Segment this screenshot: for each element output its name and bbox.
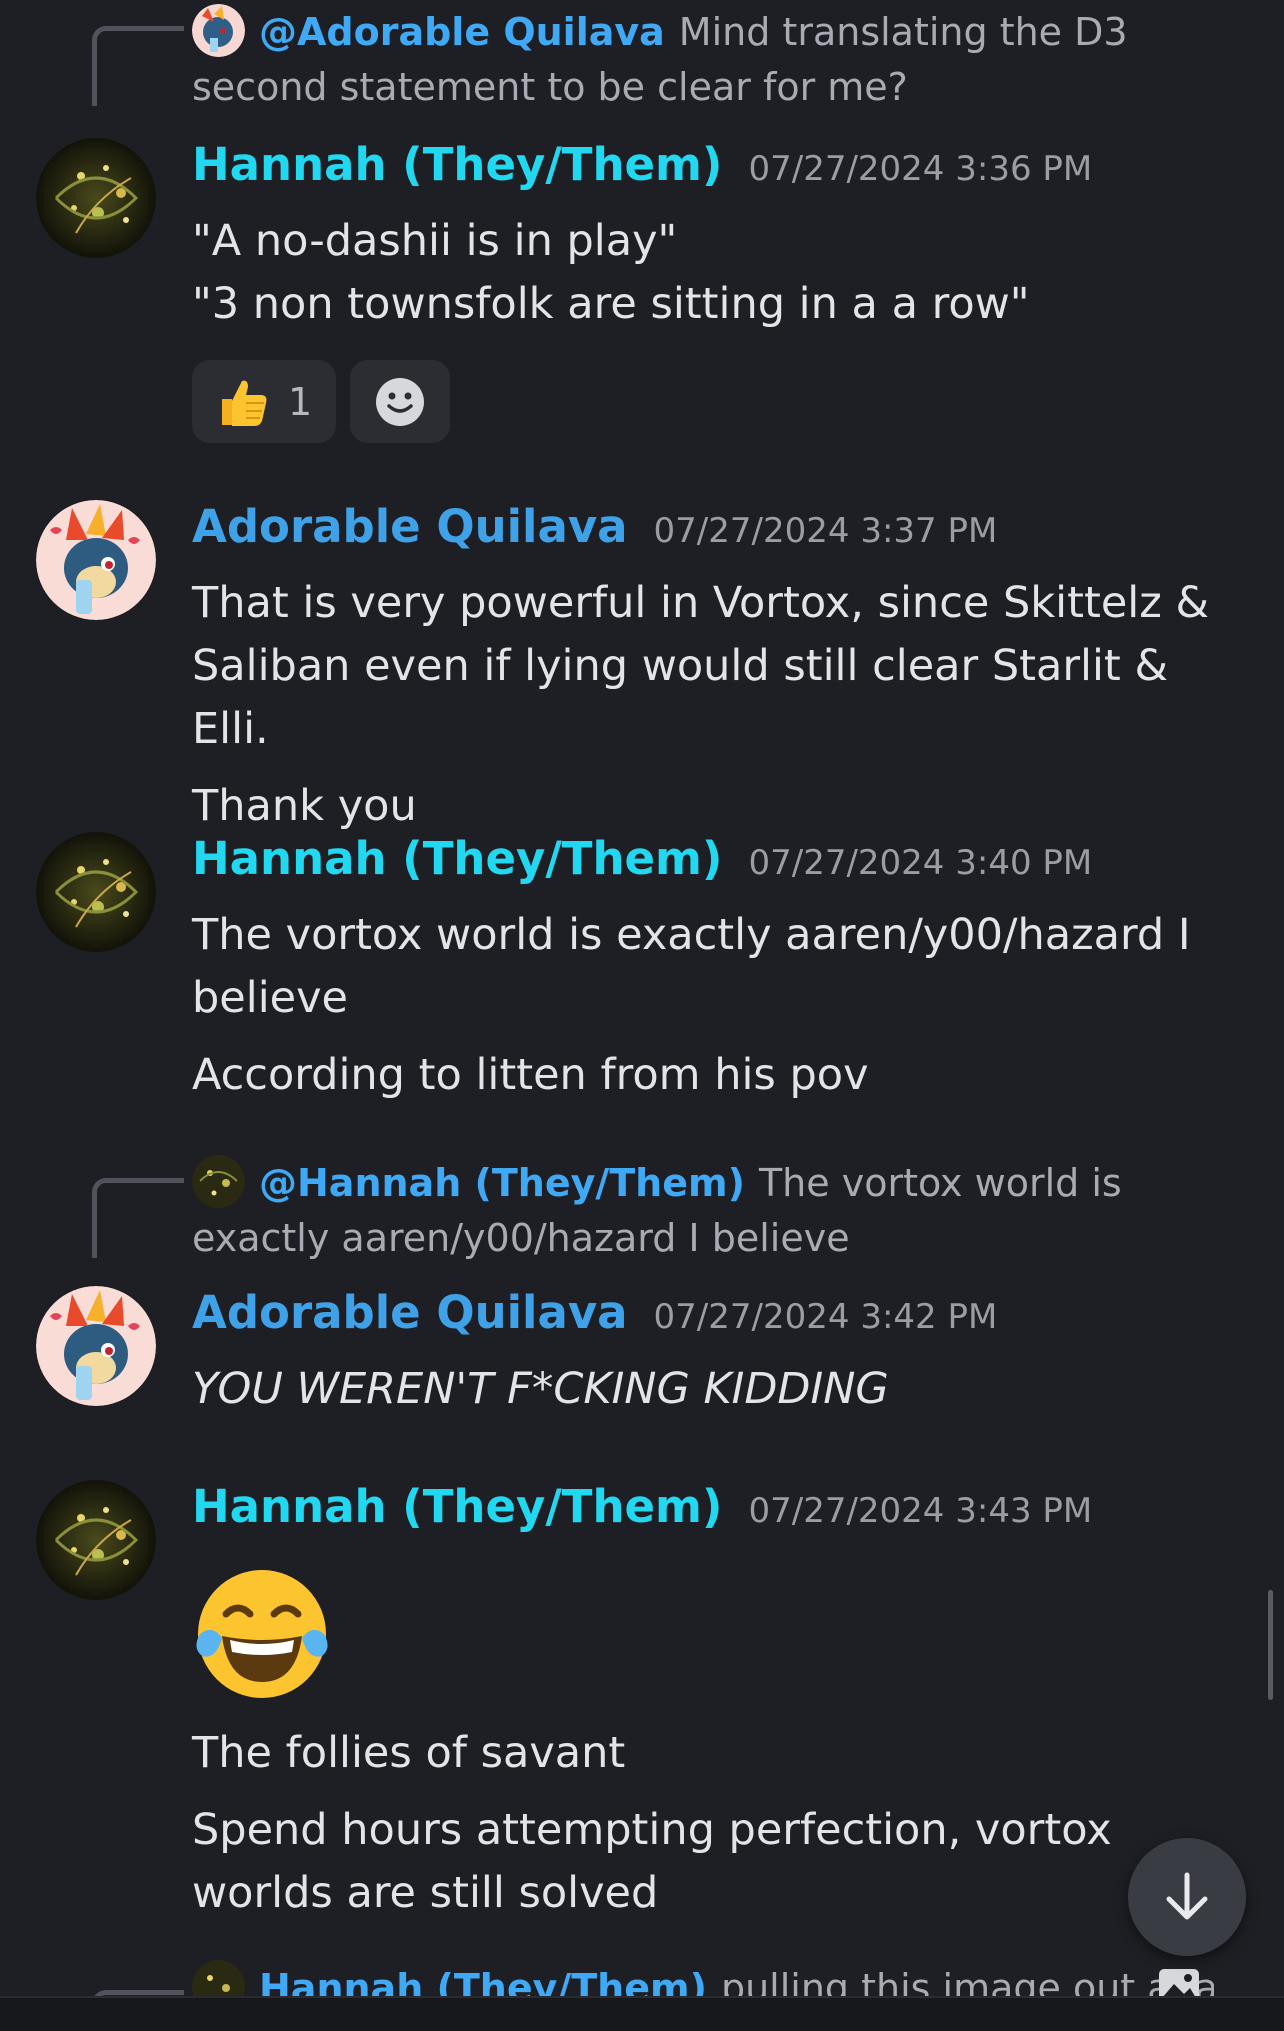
reply-text: pulling this image out again	[720, 1966, 1214, 1996]
message-text: The follies of savant	[192, 1728, 626, 1778]
hannah-avatar[interactable]	[36, 832, 156, 952]
reply-reference[interactable]: @Adorable Quilava Mind translating the D3…	[192, 4, 1224, 115]
reply-mention[interactable]: @Hannah (They/Them)	[259, 1161, 745, 1205]
quilava-avatar[interactable]	[36, 1286, 156, 1406]
hannah-avatar-mini	[192, 1155, 245, 1208]
reply-reference[interactable]: Hannah (They/Them) pulling this image out…	[192, 1960, 1214, 1996]
chat-screen: @Adorable Quilava Mind translating the D3…	[0, 0, 1284, 2031]
add-reaction-button[interactable]	[350, 360, 451, 443]
image-icon	[1159, 1969, 1199, 1996]
message-text: Thank you	[192, 781, 417, 831]
quilava-avatar-mini	[192, 4, 245, 57]
message-text: YOU WEREN'T F*CKING KIDDING	[192, 1364, 889, 1414]
message[interactable]: Hannah (They/Them) 07/27/2024 3:43 PM Th…	[36, 1480, 1244, 1925]
hannah-avatar-mini	[192, 1960, 245, 1996]
timestamp: 07/27/2024 3:37 PM	[653, 511, 998, 551]
author-name[interactable]: Hannah (They/Them)	[192, 832, 722, 885]
reply-mention[interactable]: Hannah (They/Them)	[259, 1966, 707, 1996]
hannah-avatar[interactable]	[36, 1480, 156, 1600]
tears-of-joy-emoji	[196, 1570, 328, 1698]
message-text: The vortox world is exactly aaren/y00/ha…	[192, 910, 1191, 1023]
smiley-add-icon	[376, 377, 425, 426]
message-text: "3 non townsfolk are sitting in a a row"	[192, 279, 1030, 329]
jump-to-bottom-button[interactable]	[1128, 1838, 1246, 1956]
author-name[interactable]: Hannah (They/Them)	[192, 1480, 722, 1533]
message-text: That is very powerful in Vortox, since S…	[192, 578, 1209, 754]
arrow-down-icon	[1166, 1872, 1208, 1920]
timestamp: 07/27/2024 3:36 PM	[748, 149, 1093, 189]
reply-mention[interactable]: @Adorable Quilava	[259, 10, 665, 54]
author-name[interactable]: Adorable Quilava	[192, 1286, 628, 1339]
reaction-count: 1	[288, 379, 313, 424]
message-text: "A no-dashii is in play"	[192, 216, 678, 266]
message-input-bar[interactable]	[0, 1996, 1284, 2031]
message[interactable]: Hannah (They/Them) 07/27/2024 3:40 PM Th…	[36, 832, 1244, 1107]
reply-spine	[92, 26, 184, 106]
author-name[interactable]: Hannah (They/Them)	[192, 138, 722, 191]
reaction-thumbs-up[interactable]: 1	[192, 360, 337, 443]
message[interactable]: Hannah (They/Them) 07/27/2024 3:36 PM "A…	[36, 138, 1244, 443]
scrollbar[interactable]	[1268, 1590, 1273, 1700]
timestamp: 07/27/2024 3:40 PM	[748, 843, 1093, 883]
timestamp: 07/27/2024 3:42 PM	[653, 1297, 998, 1337]
partial-message: Hannah (They/Them) pulling this image out…	[0, 1960, 1284, 1996]
reply-spine	[92, 1178, 184, 1258]
reaction-bar: 1	[192, 360, 1244, 443]
quilava-avatar[interactable]	[36, 500, 156, 620]
timestamp: 07/27/2024 3:43 PM	[748, 1491, 1093, 1531]
message-text: According to litten from his pov	[192, 1050, 869, 1100]
message[interactable]: Adorable Quilava 07/27/2024 3:37 PM That…	[36, 500, 1244, 838]
author-name[interactable]: Adorable Quilava	[192, 500, 628, 553]
hannah-avatar[interactable]	[36, 138, 156, 258]
message-text: Spend hours attempting perfection, vorto…	[192, 1805, 1112, 1918]
message[interactable]: Adorable Quilava 07/27/2024 3:42 PM YOU …	[36, 1286, 1244, 1421]
thumbs-up-emoji	[222, 380, 267, 426]
reply-reference[interactable]: @Hannah (They/Them) The vortox world is e…	[192, 1155, 1224, 1266]
